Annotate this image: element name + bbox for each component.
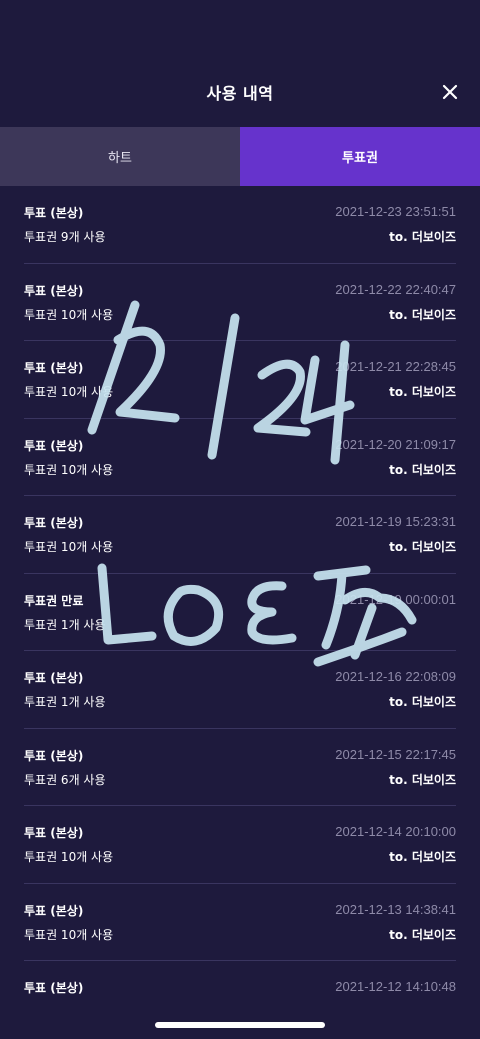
list-item[interactable]: 투표권 만료 2021-12-19 00:00:01 투표권 1개 사용 [24,574,456,651]
item-type: 투표 (본상) [24,903,84,918]
item-recipient: to. 더보이즈 [389,850,456,864]
item-date: 2021-12-13 14:38:41 [335,901,456,917]
item-type: 투표 (본상) [24,206,84,220]
item-description: 투표권 10개 사용 [24,540,114,554]
list-item[interactable]: 투표 (본상) 2021-12-15 22:17:45 투표권 6개 사용 to… [24,729,456,806]
item-type: 투표 (본상) [24,438,84,453]
tab-heart[interactable]: 하트 [0,127,240,186]
tab-vote-ticket[interactable]: 투표권 [240,127,480,186]
item-description: 투표권 10개 사용 [24,462,114,477]
item-type: 투표 (본상) [24,516,84,530]
item-recipient: to. 더보이즈 [389,695,456,709]
list-item[interactable]: 투표 (본상) 2021-12-19 15:23:31 투표권 10개 사용 t… [24,496,456,574]
item-type: 투표 (본상) [24,671,84,685]
item-recipient: to. 더보이즈 [389,385,456,399]
item-date: 2021-12-14 20:10:00 [335,824,456,839]
usage-history-list: 투표 (본상) 2021-12-23 23:51:51 투표권 9개 사용 to… [0,186,480,1039]
item-recipient: to. 더보이즈 [389,462,456,477]
close-button[interactable] [436,78,464,106]
item-date: 2021-12-22 22:40:47 [335,281,456,297]
item-type: 투표권 만료 [24,593,84,608]
tab-bar: 하트 투표권 [0,127,480,186]
list-item[interactable]: 투표 (본상) 2021-12-14 20:10:00 투표권 10개 사용 t… [24,806,456,884]
close-icon[interactable] [436,78,464,106]
page-title: 사용 내역 [206,84,274,103]
item-description: 투표권 6개 사용 [24,772,106,787]
list-item[interactable]: 투표 (본상) 2021-12-22 22:40:47 투표권 10개 사용 t… [24,264,456,341]
item-description: 투표권 10개 사용 [24,850,114,864]
item-description: 투표권 10개 사용 [24,307,114,322]
item-type: 투표 (본상) [24,748,84,763]
item-type: 투표 (본상) [24,283,84,298]
item-date: 2021-12-20 21:09:17 [335,436,456,452]
item-description: 투표권 1개 사용 [24,617,106,632]
list-item[interactable]: 투표 (본상) 2021-12-13 14:38:41 투표권 10개 사용 t… [24,884,456,961]
item-type: 투표 (본상) [24,981,84,995]
item-date: 2021-12-19 15:23:31 [335,514,456,529]
item-date: 2021-12-12 14:10:48 [335,979,456,994]
item-recipient: to. 더보이즈 [389,927,456,942]
item-recipient: to. 더보이즈 [389,230,456,244]
list-item[interactable]: 투표 (본상) 2021-12-20 21:09:17 투표권 10개 사용 t… [24,419,456,496]
item-type: 투표 (본상) [24,826,84,840]
list-item[interactable]: 투표 (본상) 2021-12-21 22:28:45 투표권 10개 사용 t… [24,341,456,419]
home-indicator[interactable] [155,1022,325,1028]
item-description: 투표권 10개 사용 [24,385,114,399]
item-date: 2021-12-23 23:51:51 [335,204,456,219]
item-recipient: to. 더보이즈 [389,540,456,554]
item-date: 2021-12-16 22:08:09 [335,669,456,684]
item-description: 투표권 9개 사용 [24,230,106,244]
item-date: 2021-12-19 00:00:01 [335,591,456,607]
list-item[interactable]: 투표 (본상) 2021-12-23 23:51:51 투표권 9개 사용 to… [24,186,456,264]
item-date: 2021-12-15 22:17:45 [335,746,456,762]
item-date: 2021-12-21 22:28:45 [335,359,456,374]
header: 사용 내역 [0,0,480,127]
item-description: 투표권 1개 사용 [24,695,106,709]
item-recipient: to. 더보이즈 [389,772,456,787]
list-item[interactable]: 투표 (본상) 2021-12-16 22:08:09 투표권 1개 사용 to… [24,651,456,729]
item-description: 투표권 10개 사용 [24,927,114,942]
item-recipient: to. 더보이즈 [389,307,456,322]
item-type: 투표 (본상) [24,361,84,375]
